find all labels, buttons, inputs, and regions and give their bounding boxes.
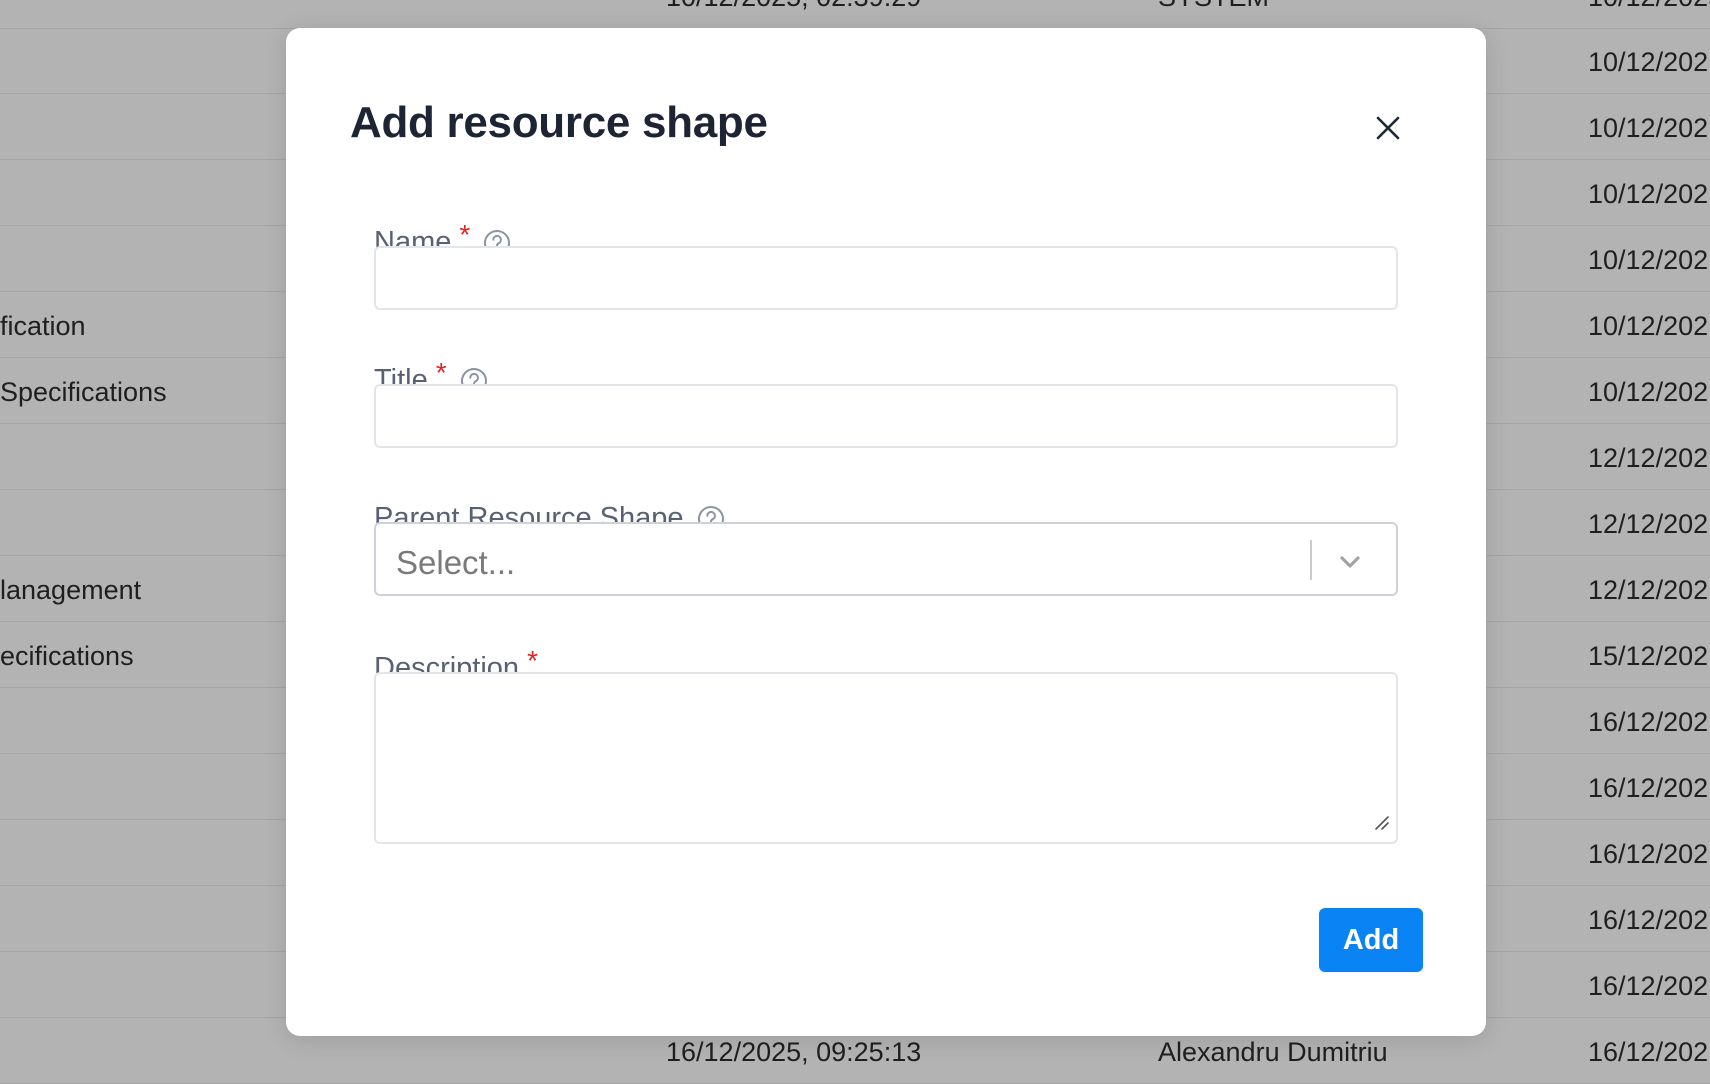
select-separator bbox=[1310, 540, 1312, 580]
parent-resource-shape-select[interactable]: Select... bbox=[374, 522, 1398, 596]
resize-handle-icon[interactable] bbox=[1372, 813, 1390, 836]
description-textarea[interactable] bbox=[374, 672, 1398, 844]
close-button[interactable] bbox=[1368, 108, 1408, 148]
add-resource-shape-dialog: Add resource shape Name * Title * Parent… bbox=[286, 28, 1486, 1036]
close-icon bbox=[1376, 116, 1400, 140]
title-input[interactable] bbox=[374, 384, 1398, 448]
chevron-down-icon[interactable] bbox=[1336, 548, 1364, 581]
select-placeholder: Select... bbox=[396, 544, 516, 581]
add-button[interactable]: Add bbox=[1319, 908, 1423, 972]
dialog-title: Add resource shape bbox=[350, 98, 768, 147]
name-input[interactable] bbox=[374, 246, 1398, 310]
